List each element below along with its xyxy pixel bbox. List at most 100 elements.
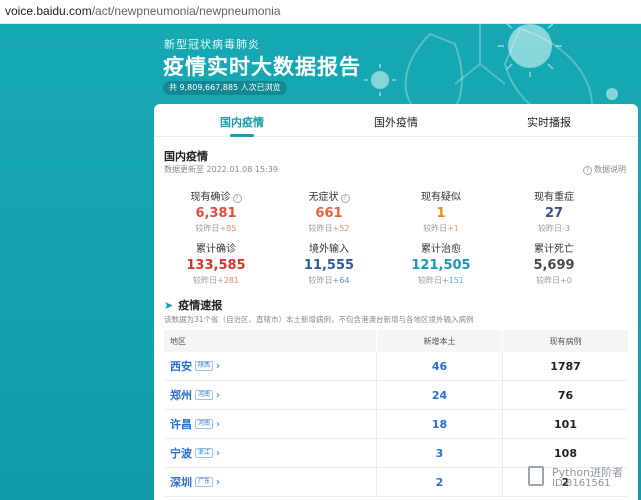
stat-3: 现有重症 27 较昨日-3	[499, 188, 609, 234]
url-path: /act/newpneumonia/newpneumonia	[91, 4, 281, 18]
stat-0: 现有确诊? 6,381 较昨日+85	[161, 188, 271, 234]
new-local-cell: 2	[376, 468, 502, 496]
table-row[interactable]: 郑州 河南 › 24 76	[164, 381, 628, 410]
stat-5: 境外输入 11,555 较昨日+64	[274, 240, 384, 286]
update-time: 数据更新至 2022.01.08 15:39	[164, 165, 278, 174]
new-local-value: 2	[435, 475, 444, 489]
city-name[interactable]: 许昌	[170, 416, 192, 432]
section-title-domestic: 国内疫情	[164, 150, 208, 163]
stat-label: 现有重症	[499, 188, 609, 203]
question-icon: ?	[340, 194, 350, 203]
stat-2: 现有疑似 1 较昨日+1	[386, 188, 496, 234]
tab-live-broadcast[interactable]: 实时播报	[499, 114, 599, 130]
stat-label-text: 境外输入	[309, 244, 349, 255]
watermark: Python进阶者 ID:8161561	[528, 462, 638, 496]
province-tag: 陕西	[195, 361, 214, 371]
stat-label: 现有疑似	[386, 188, 496, 203]
stat-delta: +52	[332, 224, 350, 233]
stat-compare-text: 较昨日	[538, 224, 562, 233]
stat-value: 5,699	[533, 258, 575, 273]
stat-1: 无症状? 661 较昨日+52	[274, 188, 384, 234]
stat-label: 累计确诊	[161, 240, 271, 255]
new-local-cell: 46	[376, 352, 502, 380]
new-local-value: 24	[431, 388, 448, 402]
existing-value: 101	[554, 417, 577, 431]
stat-label: 无症状?	[274, 188, 384, 203]
stat-label: 累计死亡	[499, 240, 609, 255]
stat-compare: 较昨日-3	[499, 223, 609, 234]
stat-compare-text: 较昨日	[423, 224, 448, 233]
region-cell[interactable]: 深圳 广东 ›	[164, 468, 376, 496]
chevron-right-icon[interactable]: ›	[216, 477, 220, 488]
stat-compare: 较昨日+1	[386, 223, 496, 234]
stat-compare-text: 较昨日	[193, 276, 217, 285]
paper-plane-icon: ➤	[164, 299, 174, 312]
watermark-line2: ID:8161561	[552, 478, 611, 489]
stat-label: 累计治愈	[386, 240, 496, 255]
stat-delta: +1	[447, 224, 459, 233]
stat-value: 133,585	[186, 258, 246, 273]
stat-delta: +85	[219, 224, 237, 233]
watermark-logo-icon	[528, 466, 544, 486]
stat-compare-text: 较昨日	[308, 224, 333, 233]
stat-6: 累计治愈 121,505 较昨日+151	[386, 240, 496, 286]
header-new-local: 新增本土	[376, 330, 502, 352]
stat-delta: -3	[562, 224, 570, 233]
question-icon: ?	[583, 166, 592, 175]
existing-value: 108	[554, 446, 577, 460]
new-local-cell: 24	[376, 381, 502, 409]
city-name[interactable]: 宁波	[170, 445, 192, 461]
stat-label-text: 现有疑似	[421, 192, 461, 203]
city-name[interactable]: 郑州	[170, 387, 192, 403]
section-title-speed: ➤ 疫情速报	[164, 297, 222, 313]
chevron-right-icon[interactable]: ›	[216, 361, 220, 372]
existing-cell: 1787	[502, 352, 628, 380]
chevron-right-icon[interactable]: ›	[216, 390, 220, 401]
stat-value: 27	[544, 206, 564, 221]
region-cell[interactable]: 西安 陕西 ›	[164, 352, 376, 380]
url-text[interactable]: voice.baidu.com/act/newpneumonia/newpneu…	[5, 4, 281, 18]
stat-label-text: 累计死亡	[534, 244, 574, 255]
existing-cell: 101	[502, 410, 628, 438]
chevron-right-icon[interactable]: ›	[216, 419, 220, 430]
region-cell[interactable]: 许昌 河南 ›	[164, 410, 376, 438]
stat-compare: 较昨日+281	[161, 275, 271, 286]
stat-compare: 较昨日+52	[274, 223, 384, 234]
browser-address-bar[interactable]: voice.baidu.com/act/newpneumonia/newpneu…	[0, 0, 641, 24]
chevron-right-icon[interactable]: ›	[216, 448, 220, 459]
tab-overseas[interactable]: 国外疫情	[346, 114, 446, 130]
province-tag: 河南	[195, 390, 214, 400]
stat-label-text: 无症状	[308, 192, 339, 203]
stat-label-text: 累计治愈	[421, 244, 461, 255]
stat-4: 累计确诊 133,585 较昨日+281	[161, 240, 271, 286]
stat-compare-text: 较昨日	[195, 224, 220, 233]
stat-value: 6,381	[195, 206, 237, 221]
region-cell[interactable]: 宁波 浙江 ›	[164, 439, 376, 467]
stat-7: 累计死亡 5,699 较昨日+0	[499, 240, 609, 286]
stat-compare: 较昨日+64	[274, 275, 384, 286]
data-help-link[interactable]: ? 数据说明	[583, 164, 626, 175]
city-name[interactable]: 西安	[170, 358, 192, 374]
stat-compare-text: 较昨日	[418, 276, 442, 285]
stat-compare: 较昨日+85	[161, 223, 271, 234]
new-local-cell: 18	[376, 410, 502, 438]
active-tab-indicator	[230, 134, 254, 137]
table-row[interactable]: 西安 陕西 › 46 1787	[164, 352, 628, 381]
stat-delta: +151	[442, 276, 464, 285]
stat-delta: +64	[332, 276, 350, 285]
table-row[interactable]: 许昌 河南 › 18 101	[164, 410, 628, 439]
region-cell[interactable]: 郑州 河南 ›	[164, 381, 376, 409]
province-tag: 浙江	[195, 448, 214, 458]
stat-compare: 较昨日+151	[386, 275, 496, 286]
tab-domestic[interactable]: 国内疫情	[192, 114, 292, 130]
banner-subtitle: 新型冠状病毒肺炎	[164, 38, 260, 51]
existing-value: 76	[557, 388, 574, 402]
new-local-cell: 3	[376, 439, 502, 467]
stat-label: 现有确诊?	[161, 188, 271, 203]
stat-label: 境外输入	[274, 240, 384, 255]
stat-delta: +0	[560, 276, 572, 285]
new-local-value: 3	[435, 446, 444, 460]
province-tag: 广东	[195, 477, 214, 487]
new-local-value: 18	[431, 417, 448, 431]
city-name[interactable]: 深圳	[170, 474, 192, 490]
